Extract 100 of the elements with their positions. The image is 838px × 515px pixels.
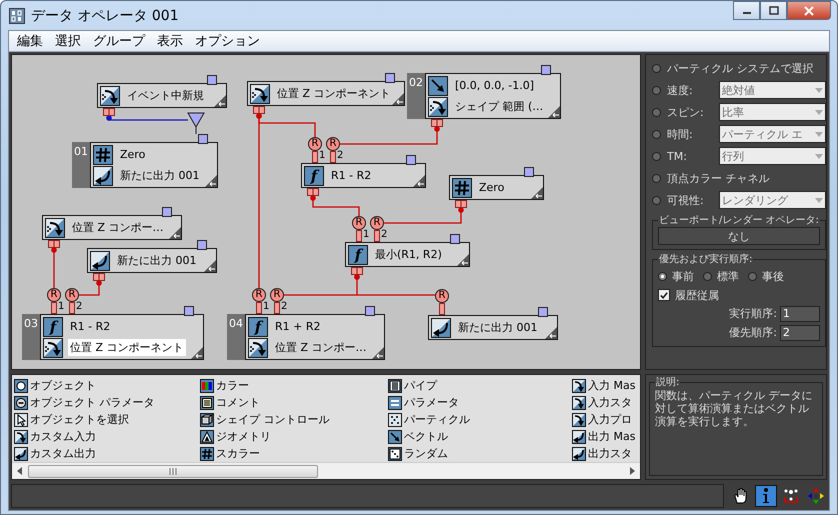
scroll-left-icon[interactable] <box>16 467 24 475</box>
dropdown[interactable]: 行列 <box>719 147 826 165</box>
event-port[interactable] <box>197 240 207 250</box>
input-badge[interactable]: R <box>270 288 284 302</box>
maximize-button[interactable] <box>760 1 787 20</box>
operator-node[interactable]: f R1 + R2 位置 Z コンポー… <box>245 314 385 360</box>
number-field[interactable]: 1 <box>780 306 820 322</box>
input-badge[interactable]: R <box>435 289 449 303</box>
event-port[interactable] <box>385 73 395 83</box>
corner-grip-icon[interactable] <box>191 347 203 359</box>
event-port[interactable] <box>198 134 208 144</box>
palette-item[interactable]: オブジェクト パラメータ <box>14 394 200 411</box>
number-field[interactable]: 2 <box>780 324 820 340</box>
scroll-right-icon[interactable] <box>628 467 636 475</box>
palette-item[interactable]: コメント <box>200 394 388 411</box>
event-port[interactable] <box>365 306 375 316</box>
output-port[interactable] <box>253 106 265 114</box>
corner-grip-icon[interactable] <box>548 106 560 118</box>
radio-button[interactable] <box>748 272 757 280</box>
input-badge[interactable]: R <box>47 288 61 302</box>
checkbox[interactable] <box>658 289 670 301</box>
input-port[interactable] <box>51 302 57 314</box>
radio-button[interactable] <box>658 272 667 280</box>
dropdown[interactable]: 絶対値 <box>719 81 826 99</box>
operator-node[interactable]: f R1 - R2 位置 Z コンポーネント <box>40 314 204 360</box>
dropdown[interactable]: レンダリング <box>719 191 826 209</box>
input-badge[interactable]: R <box>308 137 322 151</box>
operator-node[interactable]: [0.0, 0.0, -1.0] シェイプ 範囲 (… <box>425 73 561 119</box>
input-port[interactable] <box>330 151 336 163</box>
horizontal-scrollbar[interactable] <box>12 462 640 479</box>
input-port[interactable] <box>439 303 445 315</box>
dropdown[interactable]: パーティクル エ <box>719 125 826 143</box>
output-port[interactable] <box>103 108 115 116</box>
operator-node[interactable]: f R1 - R2 <box>301 163 426 188</box>
radio-button[interactable] <box>652 64 661 72</box>
operator-node[interactable]: Zero <box>449 175 544 200</box>
radio-button[interactable] <box>652 86 661 94</box>
menu-item[interactable]: 編集 <box>11 32 49 50</box>
event-port[interactable] <box>184 306 194 316</box>
event-port[interactable] <box>541 65 551 75</box>
radio-button[interactable] <box>652 152 661 160</box>
event-port[interactable] <box>450 234 460 244</box>
scroll-thumb[interactable] <box>28 464 318 478</box>
palette-item[interactable]: 出力 Mas <box>572 428 640 445</box>
palette-item[interactable]: パーティクル <box>388 411 572 428</box>
palette-item[interactable]: オブジェクト <box>14 377 200 394</box>
event-port[interactable] <box>207 75 217 85</box>
radio-button[interactable] <box>703 272 712 280</box>
output-port[interactable] <box>48 240 60 248</box>
palette-item[interactable]: カスタム出力 <box>14 445 200 462</box>
menu-item[interactable]: オプション <box>189 32 266 50</box>
palette-item[interactable]: オブジェクトを選択 <box>14 411 200 428</box>
corner-grip-icon[interactable] <box>372 347 384 359</box>
close-button[interactable] <box>787 1 831 20</box>
operator-node[interactable]: f 最小(R1, R2) <box>345 242 470 267</box>
corner-grip-icon[interactable] <box>169 227 181 239</box>
input-port[interactable] <box>256 302 262 314</box>
corner-grip-icon[interactable] <box>413 175 425 187</box>
radio-button[interactable] <box>652 174 661 182</box>
minimize-button[interactable] <box>733 1 760 20</box>
input-port[interactable] <box>356 230 362 242</box>
output-port[interactable] <box>93 273 105 281</box>
operator-node[interactable]: 新たに出力 001 <box>87 248 217 273</box>
output-port[interactable] <box>307 188 319 196</box>
input-port[interactable] <box>69 302 75 314</box>
palette-item[interactable]: カスタム入力 <box>14 428 200 445</box>
event-port[interactable] <box>538 307 548 317</box>
radio-button[interactable] <box>652 196 661 204</box>
palette-item[interactable]: 入力 Mas <box>572 377 640 394</box>
corner-grip-icon[interactable] <box>457 254 469 266</box>
operator-node[interactable]: 位置 Z コンポー… <box>42 215 182 240</box>
corner-grip-icon[interactable] <box>205 175 217 187</box>
palette-item[interactable]: 入力プロ <box>572 411 640 428</box>
palette-item[interactable]: カラー <box>200 377 388 394</box>
operator-node[interactable]: 位置 Z コンポーネント <box>247 81 405 106</box>
corner-grip-icon[interactable] <box>545 327 557 339</box>
corner-grip-icon[interactable] <box>531 187 543 199</box>
radio-button[interactable] <box>652 130 661 138</box>
palette-item[interactable]: ベクトル <box>388 428 572 445</box>
info-button[interactable] <box>755 485 777 507</box>
output-port[interactable] <box>351 267 363 275</box>
input-badge[interactable]: R <box>252 288 266 302</box>
radio-button[interactable] <box>652 108 661 116</box>
operator-node[interactable]: 新たに出力 001 <box>428 315 558 340</box>
corner-grip-icon[interactable] <box>204 260 216 272</box>
event-port[interactable] <box>162 207 172 217</box>
palette-item[interactable]: 出力スタ <box>572 445 640 462</box>
input-port[interactable] <box>374 230 380 242</box>
operator-button[interactable]: なし <box>658 227 820 245</box>
input-port[interactable] <box>274 302 280 314</box>
corner-grip-icon[interactable] <box>214 95 226 107</box>
menu-item[interactable]: 選択 <box>49 32 87 50</box>
operator-node[interactable]: Zero 新たに出力 001 <box>90 142 218 188</box>
output-port[interactable] <box>455 200 467 208</box>
input-badge[interactable]: R <box>65 288 79 302</box>
event-port[interactable] <box>406 155 416 165</box>
event-port[interactable] <box>524 167 534 177</box>
palette-item[interactable]: ジオメトリ <box>200 428 388 445</box>
input-badge[interactable]: R <box>326 137 340 151</box>
palette-item[interactable]: ランダム <box>388 445 572 462</box>
